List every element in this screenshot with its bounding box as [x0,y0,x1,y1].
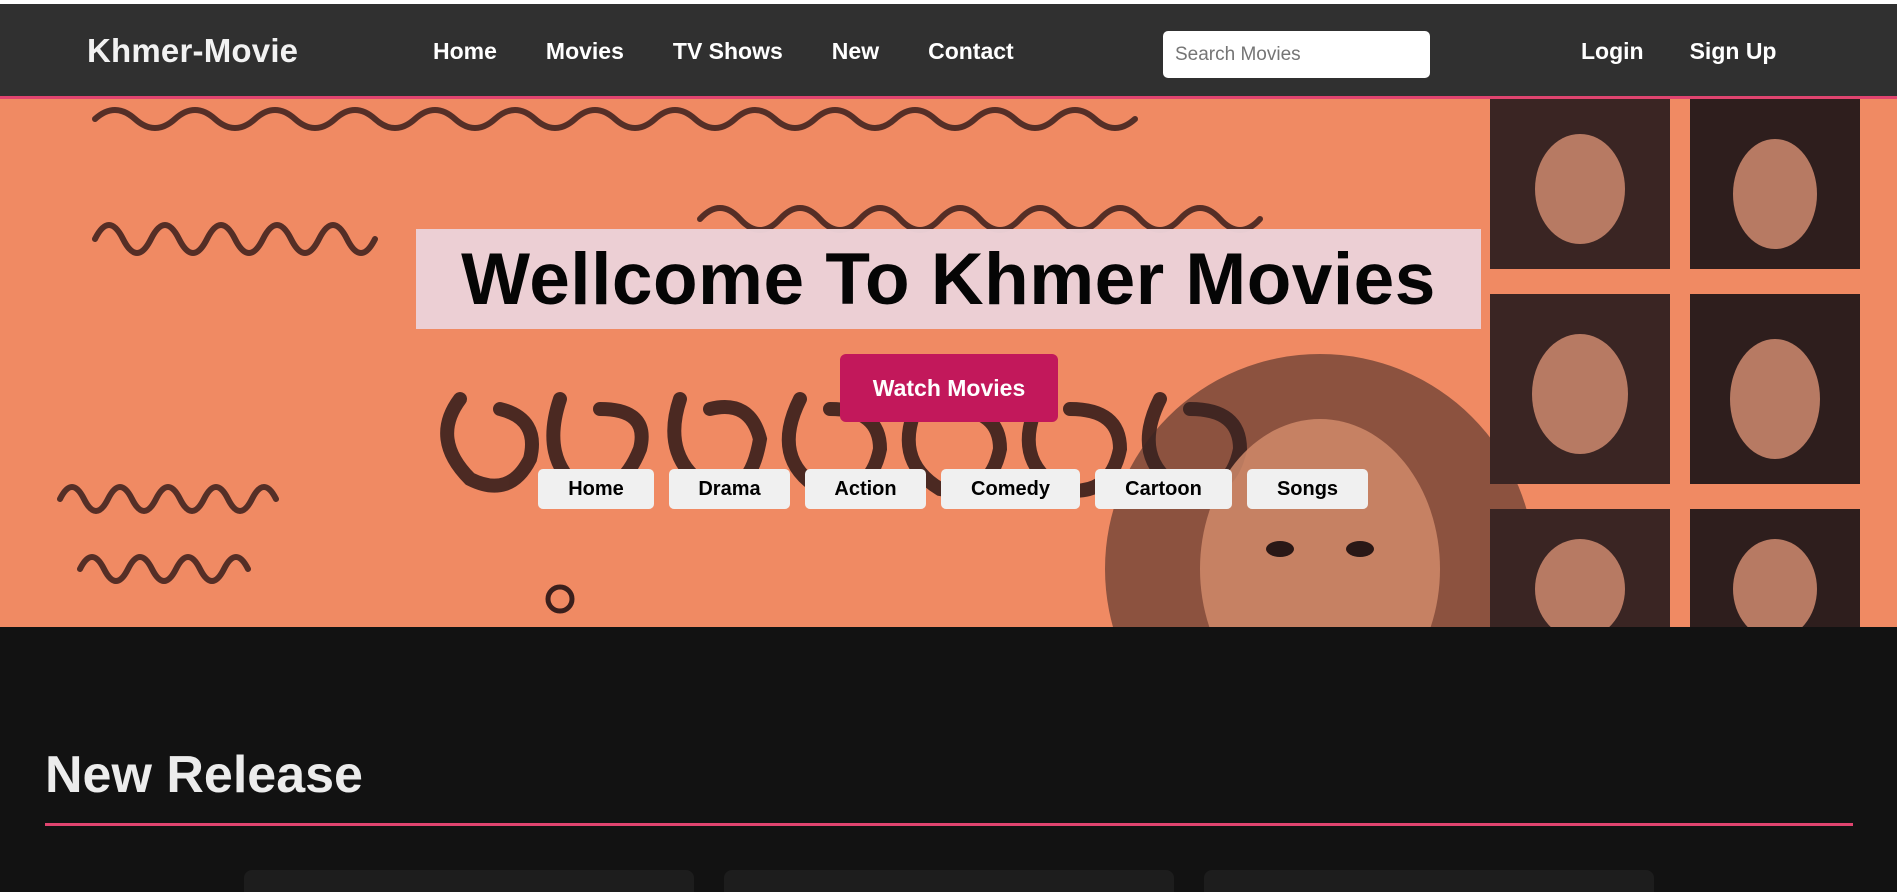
nav-tv-shows-link[interactable]: TV Shows [673,38,783,65]
movie-card[interactable] [724,870,1174,892]
nav-new-link[interactable]: New [832,38,879,65]
section-title: New Release [45,746,363,804]
section-divider [45,823,1853,826]
nav-movies-link[interactable]: Movies [546,38,624,65]
category-cartoon-button[interactable]: Cartoon [1095,469,1232,509]
category-songs-button[interactable]: Songs [1247,469,1368,509]
auth-links: Login Sign Up [1581,38,1822,65]
movie-card[interactable] [244,870,694,892]
hero-title: Wellcome To Khmer Movies [461,238,1436,320]
hero-banner: Wellcome To Khmer Movies Watch Movies Ho… [0,99,1897,627]
hero-title-box: Wellcome To Khmer Movies [416,229,1481,329]
nav-home-link[interactable]: Home [433,38,497,65]
category-home-button[interactable]: Home [538,469,654,509]
navbar: Khmer-Movie Home Movies TV Shows New Con… [0,4,1897,99]
movie-card[interactable] [1204,870,1654,892]
category-drama-button[interactable]: Drama [669,469,790,509]
category-action-button[interactable]: Action [805,469,926,509]
new-release-section: New Release [0,627,1897,892]
category-buttons: Home Drama Action Comedy Cartoon Songs [538,469,1383,509]
main-nav: Home Movies TV Shows New Contact [433,38,1063,65]
watch-movies-button[interactable]: Watch Movies [840,354,1058,422]
movie-cards [244,870,1684,892]
signup-link[interactable]: Sign Up [1690,38,1777,65]
login-link[interactable]: Login [1581,38,1644,65]
nav-contact-link[interactable]: Contact [928,38,1014,65]
brand-logo[interactable]: Khmer-Movie [87,32,298,70]
category-comedy-button[interactable]: Comedy [941,469,1080,509]
search-input[interactable] [1163,31,1430,78]
